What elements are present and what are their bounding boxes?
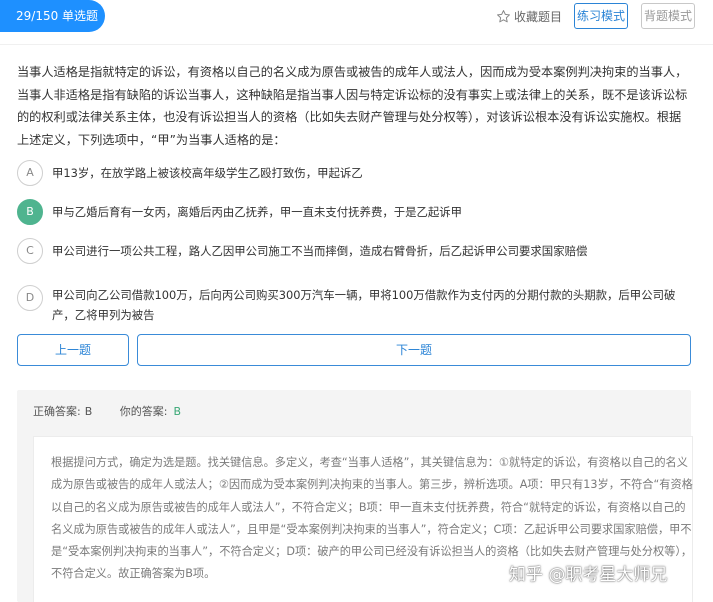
question-stem: 当事人适格是指就特定的诉讼，有资格以自己的名义成为原告或被告的成年人或法人，因而… xyxy=(17,65,688,147)
recite-mode-button[interactable]: 背题模式 xyxy=(641,3,695,29)
favorite-label: 收藏题目 xyxy=(514,9,563,24)
option-c-letter: C xyxy=(17,238,43,264)
zhihu-watermark: 知乎 @职考星大师兄 xyxy=(509,565,668,585)
option-a-text: 甲13岁，在放学路上被该校高年级学生乙殴打致伤，甲起诉乙 xyxy=(52,166,363,180)
answer-summary: 正确答案: B 你的答案: B xyxy=(33,403,181,419)
option-c[interactable]: C 甲公司进行一项公共工程，路人乙因甲公司施工不当而摔倒，造成右臂骨折，后乙起诉… xyxy=(17,238,693,264)
favorite-button[interactable]: 收藏题目 xyxy=(496,7,562,25)
correct-answer-label: 正确答案: xyxy=(33,405,81,418)
star-icon xyxy=(497,9,510,22)
your-answer-value: B xyxy=(173,405,182,418)
option-b-letter: B xyxy=(17,199,43,225)
option-b-text: 甲与乙婚后育有一女丙，离婚后丙由乙抚养，甲一直未支付抚养费，于是乙起诉甲 xyxy=(52,205,463,219)
prev-question-button[interactable]: 上一题 xyxy=(17,334,129,366)
correct-answer-value: B xyxy=(84,405,93,418)
option-c-text: 甲公司进行一项公共工程，路人乙因甲公司施工不当而摔倒，造成右臂骨折，后乙起诉甲公… xyxy=(52,244,588,258)
practice-mode-button[interactable]: 练习模式 xyxy=(574,3,628,29)
option-d[interactable]: D 甲公司向乙公司借款100万，后向丙公司购买300万汽车一辆，甲将100万借款… xyxy=(17,282,693,325)
next-question-button[interactable]: 下一题 xyxy=(137,334,691,366)
option-a-letter: A xyxy=(17,160,43,186)
option-d-text: 甲公司向乙公司借款100万，后向丙公司购买300万汽车一辆，甲将100万借款作为… xyxy=(52,288,676,322)
question-progress-badge: 29/150 单选题 xyxy=(0,0,105,32)
option-b[interactable]: B 甲与乙婚后育有一女丙，离婚后丙由乙抚养，甲一直未支付抚养费，于是乙起诉甲 xyxy=(17,199,693,225)
option-a[interactable]: A 甲13岁，在放学路上被该校高年级学生乙殴打致伤，甲起诉乙 xyxy=(17,160,693,186)
top-bar: 29/150 单选题 收藏题目 练习模式 背题模式 xyxy=(0,0,713,34)
your-answer-label: 你的答案: xyxy=(119,405,168,418)
option-d-letter: D xyxy=(17,285,43,311)
header-divider xyxy=(0,44,713,45)
